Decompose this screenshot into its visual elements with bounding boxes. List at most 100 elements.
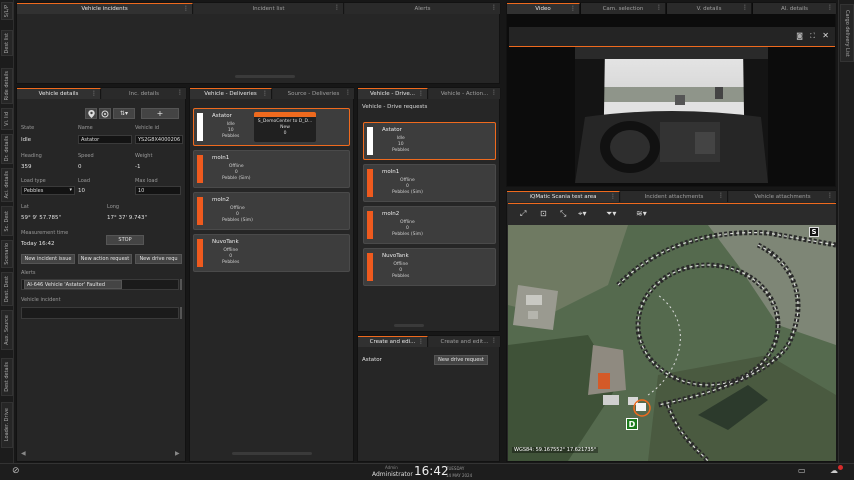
more-icon[interactable]: ⋮ bbox=[91, 90, 97, 97]
incident-scrollbar[interactable] bbox=[180, 307, 182, 319]
tab-create-edit-1[interactable]: Create and edi... ⋮ bbox=[358, 336, 428, 347]
more-icon[interactable]: ⋮ bbox=[491, 4, 497, 11]
right-tab-cargo-delivery[interactable]: Cargo delivery List bbox=[840, 4, 854, 62]
more-icon[interactable]: ⋮ bbox=[656, 4, 662, 11]
satellite-map[interactable]: S D WGS84: 59.167552° 17.621735° bbox=[508, 225, 836, 461]
tab-vehicle-details[interactable]: Vehicle details ⋮ bbox=[17, 88, 101, 99]
alert-icon[interactable]: ☁ bbox=[830, 466, 838, 475]
target-button[interactable] bbox=[99, 108, 111, 119]
location-pin-button[interactable] bbox=[85, 108, 97, 119]
more-icon[interactable]: ⋮ bbox=[183, 5, 189, 12]
left-tab[interactable]: S/L/P bbox=[1, 2, 13, 20]
user-name[interactable]: Administrator bbox=[372, 471, 413, 478]
filter-icon[interactable]: ⏷▾ bbox=[606, 209, 616, 219]
tab-inc-details[interactable]: Inc. details ⋮ bbox=[102, 88, 187, 99]
tab-alerts[interactable]: Alerts ⋮ bbox=[345, 3, 501, 14]
tab-vehicle-incidents[interactable]: Vehicle incidents ⋮ bbox=[17, 3, 193, 14]
menu-icon[interactable]: ⊘ bbox=[12, 466, 20, 476]
tab-incident-attachments[interactable]: Incident attachments ⋮ bbox=[621, 191, 728, 202]
more-icon[interactable]: ⋮ bbox=[345, 89, 351, 96]
vehicle-id-field[interactable]: YS2G8X4000206 bbox=[135, 135, 183, 144]
stop-button[interactable]: STOP bbox=[106, 235, 144, 245]
new-drive-request-button[interactable]: New drive requ bbox=[135, 254, 182, 264]
more-icon[interactable]: ⋮ bbox=[570, 5, 576, 12]
load-label: Load bbox=[78, 178, 90, 184]
left-tab[interactable]: Vi. lid bbox=[1, 108, 13, 130]
more-icon[interactable]: ⋮ bbox=[491, 89, 497, 96]
tab-map-test-area[interactable]: iQMatic Scania test area ⋮ bbox=[507, 191, 620, 202]
vehicle-card[interactable]: Astator Idle 10 Pebbles S_DemoCenter to D_… bbox=[193, 108, 350, 146]
vehicle-card[interactable]: Astator Idle 10 Pebbles bbox=[363, 122, 496, 160]
left-tab[interactable]: Scenario bbox=[1, 240, 13, 268]
scroll-handle[interactable] bbox=[232, 452, 312, 455]
tab-vehicle-drive[interactable]: Vehicle - Drive... ⋮ bbox=[358, 88, 428, 99]
tab-incident-list[interactable]: Incident list ⋮ bbox=[194, 3, 344, 14]
tab-al-details[interactable]: Al. details ⋮ bbox=[753, 3, 837, 14]
tab-v-details[interactable]: V. details ⋮ bbox=[667, 3, 752, 14]
more-icon[interactable]: ⋮ bbox=[827, 4, 833, 11]
tab-source-deliveries[interactable]: Source - Deliveries ⋮ bbox=[273, 88, 355, 99]
camera-icon[interactable]: ◙ bbox=[796, 32, 803, 40]
left-tab[interactable]: Dest list bbox=[1, 30, 13, 56]
fullscreen-icon[interactable]: ⛶ bbox=[810, 32, 815, 41]
alerts-scrollbar[interactable] bbox=[180, 279, 182, 290]
more-icon[interactable]: ⋮ bbox=[491, 337, 497, 344]
vehicle-card[interactable]: NuvoTank Offline 0 Pebbles bbox=[363, 248, 496, 286]
left-tab[interactable]: Dr. details bbox=[1, 134, 13, 164]
delivery-task[interactable]: S_DemoCenter to D_D... New 0 bbox=[254, 112, 316, 142]
route-dropdown-button[interactable]: ⇅▾ bbox=[113, 108, 135, 119]
new-drive-request-button[interactable]: New drive request bbox=[434, 355, 488, 365]
screenshot-icon[interactable]: ⊡ bbox=[540, 209, 547, 218]
more-icon[interactable]: ⋮ bbox=[177, 89, 183, 96]
place-pin-icon[interactable]: ⌖▾ bbox=[578, 209, 587, 219]
left-tab[interactable]: Dest. Dest bbox=[1, 272, 13, 306]
scroll-handle[interactable] bbox=[394, 324, 424, 327]
new-action-request-button[interactable]: New action request bbox=[78, 254, 132, 264]
more-icon[interactable]: ⋮ bbox=[262, 90, 268, 97]
layers-icon[interactable]: ≋▾ bbox=[636, 209, 647, 218]
more-icon[interactable]: ⋮ bbox=[610, 193, 616, 200]
add-button[interactable]: + bbox=[141, 108, 179, 119]
left-tab[interactable]: Aux. Source bbox=[1, 310, 13, 350]
more-icon[interactable]: ⋮ bbox=[418, 90, 424, 97]
left-tab[interactable]: Sc. Dest bbox=[1, 206, 13, 236]
alert-item[interactable]: AI-646 Vehicle 'Astator' Faulted bbox=[24, 280, 122, 289]
tab-vehicle-action[interactable]: Vehicle - Action... ⋮ bbox=[429, 88, 501, 99]
vehicle-card[interactable]: NuvoTank Offline 0 Pebbles bbox=[193, 234, 350, 272]
scroll-right-icon[interactable]: ▶ bbox=[175, 450, 180, 457]
tab-cam-selection[interactable]: Cam. selection ⋮ bbox=[581, 3, 666, 14]
more-icon[interactable]: ⋮ bbox=[742, 4, 748, 11]
vehicle-card[interactable]: moln2 Offline 0 Pebbles (Sim) bbox=[193, 192, 350, 230]
alerts-list[interactable]: AI-646 Vehicle 'Astator' Faulted bbox=[21, 279, 179, 290]
source-marker[interactable]: S bbox=[809, 227, 819, 237]
scroll-handle[interactable] bbox=[235, 75, 295, 78]
left-tab[interactable]: Aci. details bbox=[1, 168, 13, 202]
destination-marker[interactable]: D bbox=[626, 418, 638, 430]
left-tab[interactable]: Ride details bbox=[1, 68, 13, 104]
vehicle-card[interactable]: moln2 Offline 0 Pebbles (Sim) bbox=[363, 206, 496, 244]
vehicle-incident-list[interactable] bbox=[21, 307, 179, 319]
max-load-field[interactable]: 10 bbox=[135, 186, 181, 195]
tab-vehicle-attachments[interactable]: Vehicle attachments ⋮ bbox=[729, 191, 837, 202]
close-icon[interactable]: ✕ bbox=[822, 31, 829, 40]
tab-vehicle-deliveries[interactable]: Vehicle - Deliveries ⋮ bbox=[190, 88, 272, 99]
left-tab[interactable]: Dest details bbox=[1, 358, 13, 396]
expand-icon[interactable]: ⤢ bbox=[520, 209, 526, 219]
new-incident-issue-button[interactable]: New incident issue bbox=[21, 254, 75, 264]
chat-icon[interactable]: ▭ bbox=[798, 466, 806, 475]
scroll-left-icon[interactable]: ◀ bbox=[21, 450, 26, 457]
more-icon[interactable]: ⋮ bbox=[418, 338, 424, 345]
measure-icon[interactable]: ⤡ bbox=[560, 209, 566, 219]
name-field[interactable]: Astator bbox=[78, 135, 132, 144]
more-icon[interactable]: ⋮ bbox=[334, 4, 340, 11]
tab-create-edit-2[interactable]: Create and edit... ⋮ bbox=[429, 336, 501, 347]
vehicle-id-label: Vehicle id bbox=[135, 125, 160, 131]
more-icon[interactable]: ⋮ bbox=[827, 192, 833, 199]
vehicle-card[interactable]: moln1 Offline 0 Pebble (Sim) bbox=[193, 150, 350, 188]
left-tab[interactable]: Loader. Drive bbox=[1, 402, 13, 448]
load-type-select[interactable]: Pebbles ▾ bbox=[21, 186, 75, 195]
vehicle-card[interactable]: moln1 Offline 0 Pebbles (Sim) bbox=[363, 164, 496, 202]
video-feed[interactable] bbox=[575, 47, 768, 183]
more-icon[interactable]: ⋮ bbox=[718, 192, 724, 199]
tab-video[interactable]: Video ⋮ bbox=[507, 3, 580, 14]
